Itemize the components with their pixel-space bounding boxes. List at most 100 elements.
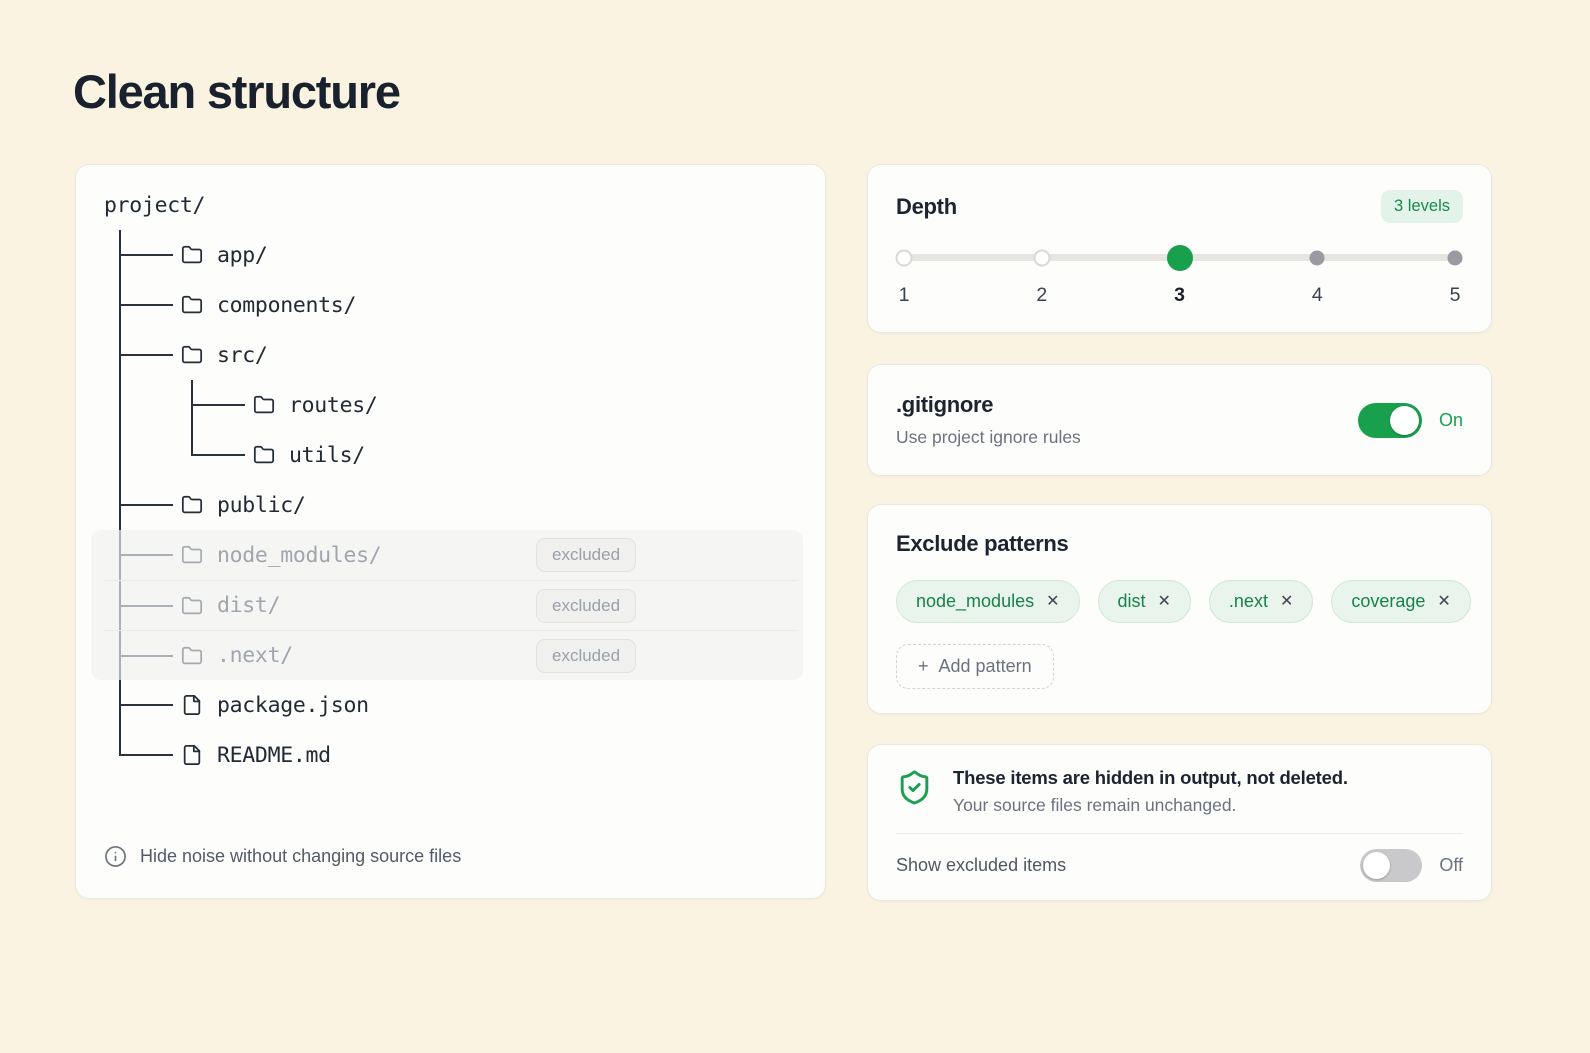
tree-row-utils[interactable]: utils/ <box>104 430 797 480</box>
remove-pattern-icon[interactable]: ✕ <box>1158 593 1171 610</box>
settings-column: Depth 3 levels 1 2 3 4 5 .gitignore Use proj… <box>867 164 1492 901</box>
remove-pattern-icon[interactable]: ✕ <box>1280 593 1293 610</box>
folder-icon <box>253 394 275 416</box>
tree-connector-line <box>176 430 245 480</box>
toggle-knob <box>1389 405 1419 435</box>
pattern-chip-label: coverage <box>1351 591 1426 611</box>
exclude-patterns-title: Exclude patterns <box>896 531 1069 556</box>
add-pattern-button[interactable]: + Add pattern <box>896 644 1054 689</box>
tree-row-app[interactable]: app/ <box>104 230 797 280</box>
depth-card: Depth 3 levels 1 2 3 4 5 <box>867 164 1492 333</box>
show-excluded-state-label: Off <box>1439 855 1463 875</box>
info-icon <box>104 845 127 868</box>
tree-footer: Hide noise without changing source files <box>104 845 797 876</box>
file-tree: project/app/components/src/routes/utils/… <box>91 180 803 780</box>
pattern-chip-label: dist <box>1117 591 1146 611</box>
pattern-chip-dist[interactable]: dist ✕ <box>1097 580 1191 623</box>
file-icon <box>181 744 203 766</box>
folder-icon <box>253 444 275 466</box>
tree-row-dist[interactable]: dist/excluded <box>104 580 797 630</box>
folder-icon <box>181 244 203 266</box>
gitignore-state-label: On <box>1438 409 1463 430</box>
tree-connector-line <box>104 581 173 630</box>
main-layout: project/app/components/src/routes/utils/… <box>75 164 1515 901</box>
tree-row-readme-md[interactable]: README.md <box>104 730 797 780</box>
tree-row-routes[interactable]: routes/ <box>104 380 797 430</box>
excluded-group: node_modules/excluded dist/excluded .next/… <box>91 530 803 680</box>
tree-row-src[interactable]: src/ <box>104 330 797 380</box>
tree-item-label: package.json <box>217 692 369 718</box>
pattern-chip-next[interactable]: .next ✕ <box>1208 580 1314 623</box>
pattern-chip-label: node_modules <box>916 591 1035 611</box>
tree-connector-line <box>104 330 173 380</box>
tree-row-project: project/ <box>104 180 797 230</box>
remove-pattern-icon[interactable]: ✕ <box>1437 593 1450 610</box>
file-tree-panel: project/app/components/src/routes/utils/… <box>75 164 826 899</box>
depth-stop-3[interactable] <box>1166 244 1193 271</box>
notice-card: These items are hidden in output, not de… <box>867 744 1492 901</box>
tree-item-label: src/ <box>217 342 268 368</box>
add-pattern-label: Add pattern <box>938 656 1032 676</box>
excluded-badge: excluded <box>536 588 637 623</box>
pattern-chips: node_modules ✕ dist ✕ .next ✕ coverage ✕ <box>896 580 1471 623</box>
gitignore-toggle[interactable] <box>1357 402 1422 438</box>
excluded-badge: excluded <box>536 538 637 572</box>
remove-pattern-icon[interactable]: ✕ <box>1046 593 1059 610</box>
tree-connector-line <box>104 280 173 330</box>
depth-tick-label-5: 5 <box>1449 284 1461 306</box>
gitignore-subtitle: Use project ignore rules <box>896 427 1081 447</box>
shield-check-icon <box>896 768 933 807</box>
tree-item-label: .next/ <box>217 643 293 668</box>
tree-item-label: utils/ <box>289 442 365 468</box>
folder-icon <box>181 645 203 667</box>
depth-slider-labels: 1 2 3 4 5 <box>899 284 1461 308</box>
depth-title: Depth <box>896 193 957 219</box>
tree-connector-line <box>104 230 173 280</box>
tree-guide-line <box>104 430 176 480</box>
tree-connector-line <box>104 680 173 730</box>
tree-item-label: dist/ <box>217 593 281 618</box>
tree-connector-line <box>104 530 173 580</box>
exclude-patterns-card: Exclude patterns node_modules ✕ dist ✕ .next… <box>867 504 1492 714</box>
pattern-chip-coverage[interactable]: coverage ✕ <box>1331 580 1471 623</box>
depth-stop-5[interactable] <box>1447 250 1463 265</box>
gitignore-title: .gitignore <box>896 392 994 417</box>
depth-stop-2[interactable] <box>1033 249 1051 266</box>
folder-icon <box>181 344 203 366</box>
tree-root-label: project/ <box>104 192 206 218</box>
tree-connector-line <box>104 730 173 780</box>
show-excluded-toggle[interactable] <box>1360 849 1423 882</box>
depth-tick-label-2: 2 <box>1036 284 1048 306</box>
depth-tick-label-3: 3 <box>1174 284 1185 306</box>
pattern-chip-node-modules[interactable]: node_modules ✕ <box>896 580 1080 623</box>
file-icon <box>181 694 203 716</box>
depth-tick-label-1: 1 <box>898 284 910 306</box>
gitignore-card: .gitignore Use project ignore rules On <box>867 364 1492 476</box>
tree-row-next[interactable]: .next/excluded <box>104 630 797 680</box>
depth-stop-1[interactable] <box>895 249 913 266</box>
depth-stop-4[interactable] <box>1309 250 1325 265</box>
tree-item-label: public/ <box>217 492 306 518</box>
tree-item-label: components/ <box>217 292 357 318</box>
tree-item-label: README.md <box>217 742 331 768</box>
tree-item-label: app/ <box>217 242 268 268</box>
plus-icon: + <box>918 656 929 676</box>
tree-row-components[interactable]: components/ <box>104 280 797 330</box>
toggle-knob <box>1363 852 1391 879</box>
depth-slider[interactable] <box>895 244 1463 271</box>
tree-row-public[interactable]: public/ <box>104 480 797 530</box>
notice-line1: These items are hidden in output, not de… <box>953 767 1348 788</box>
tree-footer-text: Hide noise without changing source files <box>140 846 462 866</box>
tree-connector-line <box>176 380 245 430</box>
folder-icon <box>181 544 203 566</box>
excluded-badge: excluded <box>536 638 637 673</box>
pattern-chip-label: .next <box>1228 591 1268 611</box>
tree-row-package-json[interactable]: package.json <box>104 680 797 730</box>
tree-connector-line <box>104 480 173 530</box>
depth-level-badge: 3 levels <box>1381 190 1463 223</box>
tree-guide-line <box>104 380 176 430</box>
depth-tick-label-4: 4 <box>1311 284 1323 306</box>
tree-row-node-modules[interactable]: node_modules/excluded <box>104 530 797 580</box>
notice-line2: Your source files remain unchanged. <box>953 795 1237 815</box>
folder-icon <box>181 494 203 516</box>
